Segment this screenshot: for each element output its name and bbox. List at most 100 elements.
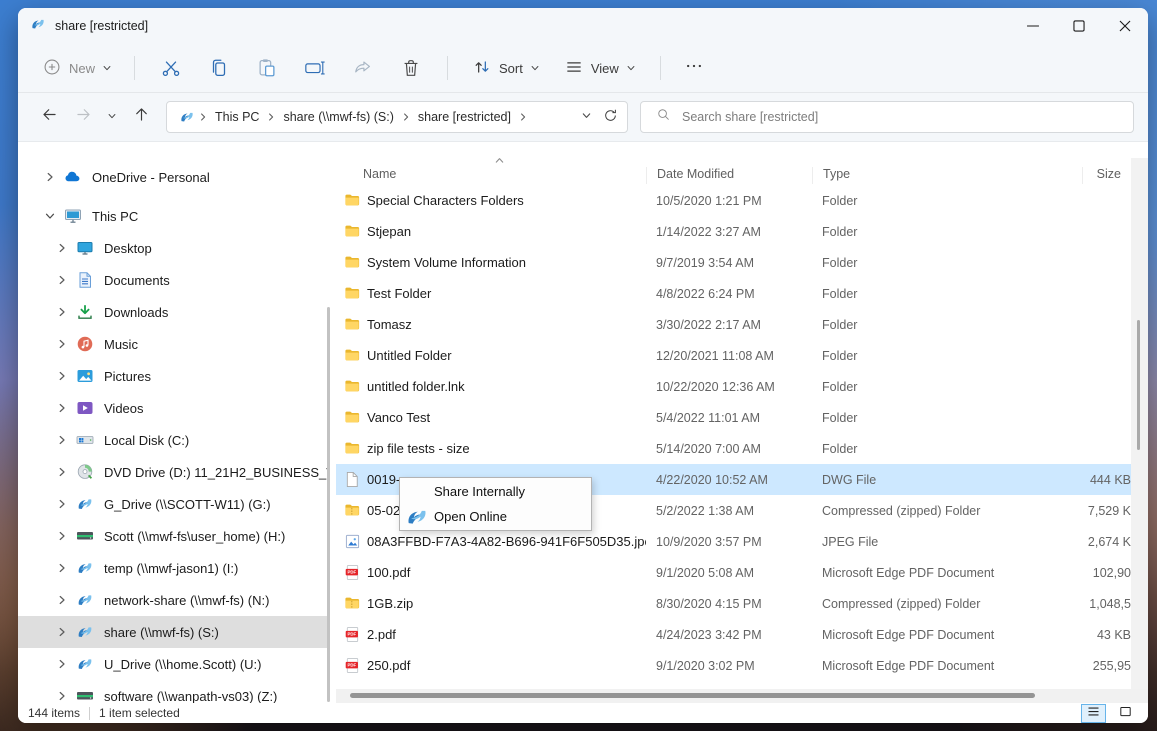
refresh-icon bbox=[602, 107, 619, 124]
delete-button[interactable] bbox=[387, 50, 435, 86]
rename-button[interactable] bbox=[291, 50, 339, 86]
search-icon bbox=[655, 106, 672, 123]
search-box[interactable]: Search share [restricted] bbox=[640, 101, 1134, 133]
file-name: Tomasz bbox=[367, 317, 412, 332]
close-button[interactable] bbox=[1102, 8, 1148, 44]
sidebar-item[interactable]: Scott (\\mwf-fs\user_home) (H:) bbox=[18, 520, 328, 552]
sidebar-item[interactable]: Downloads bbox=[18, 296, 328, 328]
column-header-size[interactable]: Size bbox=[1082, 167, 1131, 184]
sidebar-item[interactable]: This PC bbox=[18, 200, 328, 232]
file-row[interactable]: Tomasz3/30/2022 2:17 AMFolder bbox=[336, 309, 1131, 340]
sidebar-item[interactable]: G_Drive (\\SCOTT-W11) (G:) bbox=[18, 488, 328, 520]
sidebar-item[interactable]: Music bbox=[18, 328, 328, 360]
file-row[interactable]: zip file tests - size5/14/2020 7:00 AMFo… bbox=[336, 433, 1131, 464]
up-arrow-icon bbox=[132, 105, 151, 124]
sidebar-item-label: Local Disk (C:) bbox=[104, 433, 189, 448]
back-button[interactable] bbox=[32, 100, 66, 134]
cut-button[interactable] bbox=[147, 50, 195, 86]
file-row[interactable]: Test Folder4/8/2022 6:24 PMFolder bbox=[336, 278, 1131, 309]
breadcrumb-chevron-icon bbox=[265, 111, 277, 123]
file-row[interactable]: 1GB.zip8/30/2020 4:15 PMCompressed (zipp… bbox=[336, 588, 1131, 619]
breadcrumb-item[interactable]: share (\\mwf-fs) (S:) bbox=[279, 110, 397, 124]
view-button[interactable]: View bbox=[552, 51, 648, 86]
paste-button[interactable] bbox=[243, 50, 291, 86]
breadcrumb-chevron-icon bbox=[400, 111, 412, 123]
sidebar-item[interactable]: share (\\mwf-fs) (S:) bbox=[18, 616, 328, 648]
sidebar-item[interactable]: Local Disk (C:) bbox=[18, 424, 328, 456]
file-name: 08A3FFBD-F7A3-4A82-B696-941F6F505D35.jpe… bbox=[367, 534, 646, 549]
breadcrumb-item[interactable]: share [restricted] bbox=[414, 110, 515, 124]
file-row[interactable]: Special Characters Folders10/5/2020 1:21… bbox=[336, 185, 1131, 216]
sidebar-item-label: Scott (\\mwf-fs\user_home) (H:) bbox=[104, 529, 285, 544]
file-name: 05-02 bbox=[367, 503, 400, 518]
horizontal-scrollbar-thumb[interactable] bbox=[350, 693, 1035, 698]
forward-arrow-icon bbox=[74, 105, 93, 124]
see-more-button[interactable] bbox=[673, 50, 715, 86]
new-button[interactable]: New bbox=[32, 51, 122, 86]
share-button[interactable] bbox=[339, 50, 387, 86]
pdf-icon: PDF bbox=[344, 564, 361, 581]
forward-button[interactable] bbox=[66, 100, 100, 134]
horizontal-scrollbar[interactable] bbox=[336, 689, 1148, 703]
sidebar-item[interactable]: temp (\\mwf-jason1) (I:) bbox=[18, 552, 328, 584]
sidebar-item[interactable]: Pictures bbox=[18, 360, 328, 392]
context-menu-item-label: Share Internally bbox=[434, 484, 525, 499]
file-row[interactable]: System Volume Information9/7/2019 3:54 A… bbox=[336, 247, 1131, 278]
column-header-name[interactable]: Name bbox=[336, 167, 646, 184]
sidebar-item[interactable]: U_Drive (\\home.Scott) (U:) bbox=[18, 648, 328, 680]
breadcrumb-item[interactable]: This PC bbox=[211, 110, 263, 124]
file-name: System Volume Information bbox=[367, 255, 526, 270]
file-type: Compressed (zipped) Folder bbox=[812, 597, 1082, 611]
file-date-modified: 10/22/2020 12:36 AM bbox=[646, 380, 812, 394]
sidebar-item-label: Videos bbox=[104, 401, 144, 416]
details-view-button[interactable] bbox=[1081, 704, 1106, 723]
file-size: 444 KB bbox=[1082, 473, 1131, 487]
status-bar: 144 items 1 item selected bbox=[18, 703, 1148, 723]
navigation-scrollbar[interactable] bbox=[327, 307, 330, 702]
address-bar[interactable]: This PC share (\\mwf-fs) (S:) share [restr… bbox=[166, 101, 628, 133]
copy-button[interactable] bbox=[195, 50, 243, 86]
maximize-button[interactable] bbox=[1056, 8, 1102, 44]
chevron-right-icon bbox=[56, 402, 68, 414]
recent-locations-button[interactable] bbox=[100, 100, 124, 134]
vertical-scrollbar[interactable] bbox=[1131, 158, 1148, 689]
file-row[interactable]: PDF250.pdf9/1/2020 3:02 PMMicrosoft Edge… bbox=[336, 650, 1131, 681]
maximize-icon bbox=[1068, 15, 1090, 37]
sidebar-item[interactable]: network-share (\\mwf-fs) (N:) bbox=[18, 584, 328, 616]
vertical-scrollbar-thumb[interactable] bbox=[1137, 320, 1140, 450]
refresh-button[interactable] bbox=[602, 107, 619, 127]
file-row[interactable]: 512MB_2.zip10/2/2019 5:07 PMCompressed (… bbox=[336, 681, 1131, 689]
folder-icon bbox=[344, 254, 361, 271]
context-menu-item[interactable]: Share Internally bbox=[400, 479, 591, 504]
file-row[interactable]: PDF2.pdf4/24/2023 3:42 PMMicrosoft Edge … bbox=[336, 619, 1131, 650]
sidebar-item[interactable]: software (\\wanpath-vs03) (Z:) bbox=[18, 680, 328, 703]
network-drive-icon bbox=[76, 559, 94, 577]
sidebar-item[interactable]: DVD Drive (D:) 11_21H2_BUSINESS_VOL_x64F… bbox=[18, 456, 328, 488]
file-type: Microsoft Edge PDF Document bbox=[812, 566, 1082, 580]
column-header-date-modified[interactable]: Date Modified bbox=[646, 167, 812, 184]
file-type: Microsoft Edge PDF Document bbox=[812, 659, 1082, 673]
minimize-button[interactable] bbox=[1010, 8, 1056, 44]
sidebar-item-label: Music bbox=[104, 337, 138, 352]
sidebar-item[interactable]: Videos bbox=[18, 392, 328, 424]
sidebar-item[interactable]: Desktop bbox=[18, 232, 328, 264]
file-row[interactable]: untitled folder.lnk10/22/2020 12:36 AMFo… bbox=[336, 371, 1131, 402]
file-row[interactable]: Untitled Folder12/20/2021 11:08 AMFolder bbox=[336, 340, 1131, 371]
column-header-type[interactable]: Type bbox=[812, 167, 1082, 184]
chevron-down-icon bbox=[530, 63, 540, 73]
sidebar-item[interactable]: Documents bbox=[18, 264, 328, 296]
file-row[interactable]: Stjepan1/14/2022 3:27 AMFolder bbox=[336, 216, 1131, 247]
view-button-label: View bbox=[591, 61, 619, 76]
sort-button[interactable]: Sort bbox=[460, 51, 552, 86]
file-type: Folder bbox=[812, 411, 1082, 425]
file-row[interactable]: PDF100.pdf9/1/2020 5:08 AMMicrosoft Edge… bbox=[336, 557, 1131, 588]
large-icons-view-button[interactable] bbox=[1113, 704, 1138, 723]
more-icon bbox=[684, 56, 704, 76]
up-button[interactable] bbox=[124, 100, 158, 134]
file-row[interactable]: Vanco Test5/4/2022 11:01 AMFolder bbox=[336, 402, 1131, 433]
pictures-icon bbox=[76, 367, 94, 385]
context-menu-item[interactable]: Open Online bbox=[400, 504, 591, 529]
sidebar-item-label: temp (\\mwf-jason1) (I:) bbox=[104, 561, 238, 576]
sidebar-item[interactable]: OneDrive - Personal bbox=[18, 161, 328, 193]
file-type: Folder bbox=[812, 256, 1082, 270]
